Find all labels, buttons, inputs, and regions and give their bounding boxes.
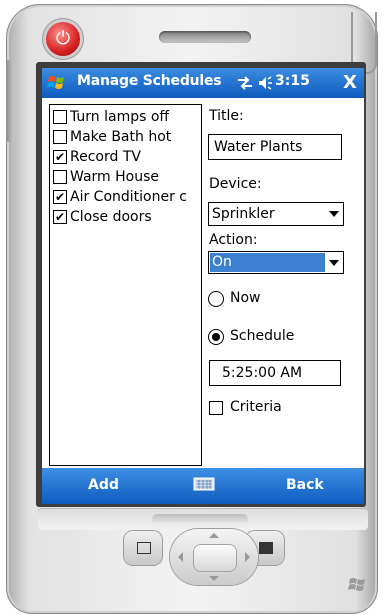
title-bar: Manage Schedules 3:15 X [42, 68, 364, 98]
soft-key-bar: Add Back [42, 468, 364, 504]
item-label: Close doors [70, 209, 152, 225]
close-button[interactable]: X [338, 71, 362, 95]
list-item[interactable]: Make Bath hot [50, 127, 201, 147]
dpad-down-icon[interactable] [209, 576, 219, 581]
dpad-center-button[interactable] [194, 545, 236, 571]
dpad-up-icon[interactable] [209, 533, 219, 538]
speaker-icon[interactable] [256, 75, 274, 91]
schedule-label: Schedule [230, 328, 295, 344]
now-radio[interactable] [208, 291, 224, 307]
device-dropdown[interactable]: Sprinkler [208, 202, 344, 226]
power-icon: ⏻ [55, 28, 71, 49]
list-item[interactable]: ✔ Air Conditioner c [50, 187, 201, 207]
back-button[interactable]: Back [286, 477, 324, 493]
action-dropdown[interactable]: On [208, 251, 344, 274]
windows-logo-icon [348, 578, 365, 591]
item-label: Warm House [70, 169, 159, 185]
calendar-icon [137, 542, 151, 554]
windows-flag-icon[interactable] [46, 72, 68, 94]
screen: Manage Schedules 3:15 X Turn lamps off M… [42, 68, 364, 504]
dropdown-arrow-icon [329, 260, 339, 266]
schedule-list[interactable]: Turn lamps off Make Bath hot ✔ Record TV… [49, 104, 202, 466]
list-item[interactable]: ✔ Close doors [50, 207, 201, 227]
item-label: Air Conditioner c [70, 189, 187, 205]
item-checkbox[interactable]: ✔ [53, 190, 67, 204]
action-value: On [210, 253, 325, 272]
item-label: Record TV [70, 149, 141, 165]
title-field[interactable]: Water Plants [208, 134, 342, 160]
list-item[interactable]: ✔ Record TV [50, 147, 201, 167]
power-button[interactable]: ⏻ [46, 22, 80, 56]
dpad-left-icon[interactable] [178, 552, 183, 562]
speaker-grille [159, 31, 251, 43]
device-value: Sprinkler [212, 206, 275, 222]
device-label: Device: [209, 176, 262, 192]
calendar-hardware-button[interactable] [124, 531, 162, 565]
item-checkbox[interactable] [53, 110, 67, 124]
dpad-right-icon[interactable] [245, 552, 250, 562]
contacts-icon [259, 542, 273, 554]
list-item[interactable]: Turn lamps off [50, 107, 201, 127]
time-field[interactable]: 5:25:00 AM [209, 360, 341, 386]
keyboard-icon[interactable] [193, 476, 215, 492]
clock[interactable]: 3:15 [275, 73, 310, 89]
criteria-label: Criteria [230, 399, 282, 415]
lower-slot [152, 514, 248, 524]
radio-selected-dot [212, 333, 220, 341]
criteria-checkbox[interactable] [209, 401, 223, 415]
list-item[interactable]: Warm House [50, 167, 201, 187]
item-checkbox[interactable]: ✔ [53, 150, 67, 164]
item-checkbox[interactable] [53, 170, 67, 184]
item-checkbox[interactable] [53, 130, 67, 144]
title-label: Title: [209, 108, 244, 124]
side-button[interactable] [6, 60, 14, 142]
item-label: Make Bath hot [70, 129, 172, 145]
dropdown-arrow-icon [329, 211, 339, 217]
schedule-radio[interactable] [208, 329, 224, 345]
add-button[interactable]: Add [88, 477, 119, 493]
now-label: Now [230, 290, 261, 306]
action-label: Action: [209, 232, 258, 248]
item-label: Turn lamps off [70, 109, 170, 125]
item-checkbox[interactable]: ✔ [53, 210, 67, 224]
connectivity-icon[interactable] [236, 75, 254, 91]
window-title: Manage Schedules [77, 73, 222, 89]
